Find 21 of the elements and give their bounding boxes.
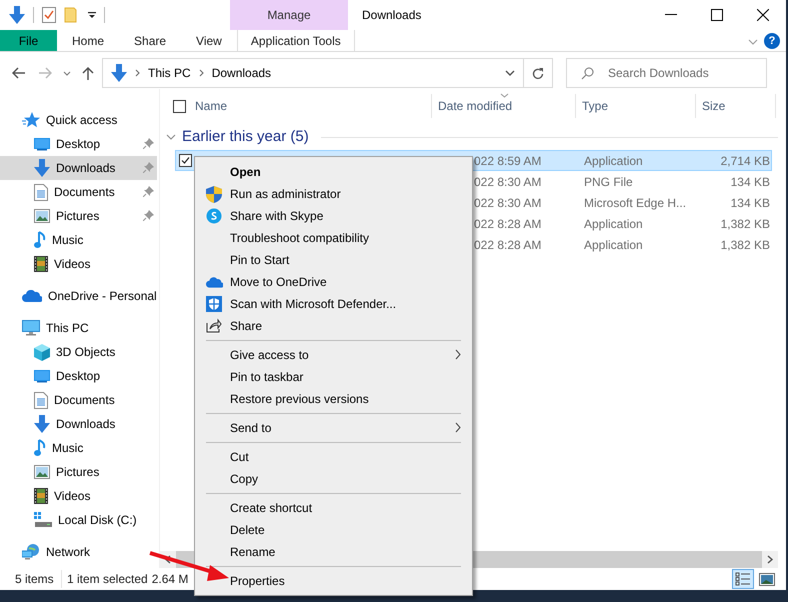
search-input: Search Downloads bbox=[606, 63, 756, 83]
table-cell-text: 1,382 KB bbox=[720, 216, 770, 232]
selection-size: 2.64 M bbox=[150, 571, 188, 588]
table-cell-text: 134 KB bbox=[730, 194, 770, 212]
selection-count: 1 item selected bbox=[66, 571, 148, 588]
table-cell-text: 022 8:30 AM bbox=[474, 174, 542, 190]
item-count: 5 items bbox=[0, 570, 62, 588]
table-cell-text: 1,382 KB bbox=[720, 236, 770, 254]
table-cell-text: 2,714 KB bbox=[720, 152, 770, 170]
table-cell-text: 022 8:59 AM bbox=[474, 152, 542, 170]
table-cell-text: Application bbox=[584, 216, 644, 232]
table-cell-text: Application bbox=[584, 236, 644, 254]
table-cell-text: 022 8:28 AM bbox=[474, 236, 542, 254]
table-cell-text: Application bbox=[584, 152, 644, 170]
window-title: Downloads bbox=[361, 7, 422, 24]
table-cell-text: Microsoft Edge H... bbox=[584, 194, 688, 212]
table-cell-text: 134 KB bbox=[730, 174, 770, 190]
table-cell-text: PNG File bbox=[584, 174, 634, 190]
table-cell-text: 022 8:28 AM bbox=[474, 216, 542, 232]
context-group-label: Manage bbox=[230, 0, 348, 30]
table-cell-text: 022 8:30 AM bbox=[474, 194, 542, 212]
